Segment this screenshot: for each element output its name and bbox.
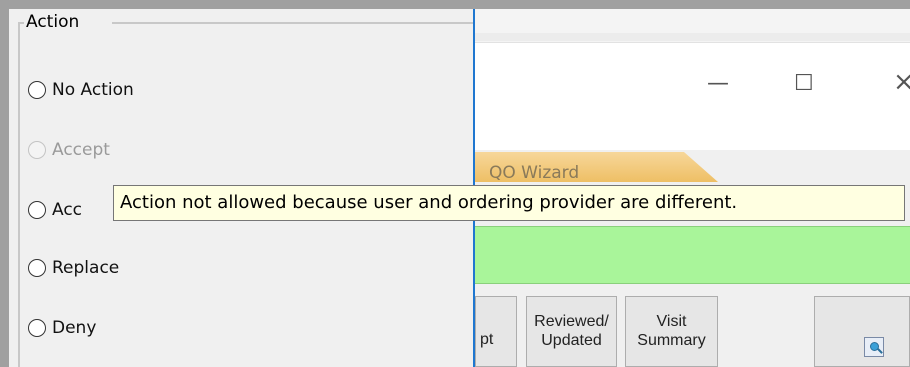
radio-no-action[interactable]: No Action	[28, 77, 134, 103]
partial-button[interactable]: pt	[475, 296, 517, 367]
radio-label-acc: Acc	[52, 200, 83, 220]
radio-deny[interactable]: Deny	[28, 315, 96, 341]
preview-icon	[864, 337, 884, 357]
radio-acc[interactable]: Acc	[28, 197, 82, 223]
radio-circle-icon[interactable]	[28, 81, 46, 99]
window-frame-left	[0, 0, 9, 367]
status-bar-green	[475, 226, 910, 284]
groupbox-border-left	[18, 22, 20, 367]
radio-label-no-action: No Action	[52, 80, 134, 100]
preview-button[interactable]	[814, 296, 910, 367]
dialog-title-area	[475, 42, 910, 151]
radio-label-replace: Replace	[52, 258, 120, 278]
radio-circle-icon[interactable]	[28, 259, 46, 277]
radio-label-deny: Deny	[52, 318, 97, 338]
reviewed-button-line2: Updated	[541, 332, 602, 349]
action-group-title: Action	[24, 12, 82, 32]
visit-button-line2: Summary	[637, 332, 706, 349]
groupbox-border-top-right	[112, 22, 473, 24]
radio-accept: Accept	[28, 137, 110, 163]
radio-circle-icon[interactable]	[28, 319, 46, 337]
visit-button-line1: Visit	[656, 313, 687, 330]
reviewed-button-line1: Reviewed/	[534, 313, 609, 330]
visit-summary-button[interactable]: Visit Summary	[625, 296, 718, 367]
tooltip: Action not allowed because user and orde…	[113, 185, 905, 221]
radio-circle-icon	[28, 141, 46, 159]
tab-qo-wizard-label: QO Wizard	[489, 163, 580, 183]
maximize-icon[interactable]: ☐	[794, 72, 814, 96]
radio-label-accept: Accept	[52, 140, 110, 160]
window-top-band-shadow	[475, 33, 910, 41]
radio-replace[interactable]: Replace	[28, 255, 119, 281]
close-icon[interactable]: ×	[893, 69, 910, 95]
window-frame-top	[0, 0, 910, 9]
partial-button-label: pt	[480, 331, 494, 348]
minimize-icon[interactable]: —	[707, 72, 729, 96]
radio-circle-icon[interactable]	[28, 201, 46, 219]
reviewed-updated-button[interactable]: Reviewed/ Updated	[526, 296, 617, 367]
